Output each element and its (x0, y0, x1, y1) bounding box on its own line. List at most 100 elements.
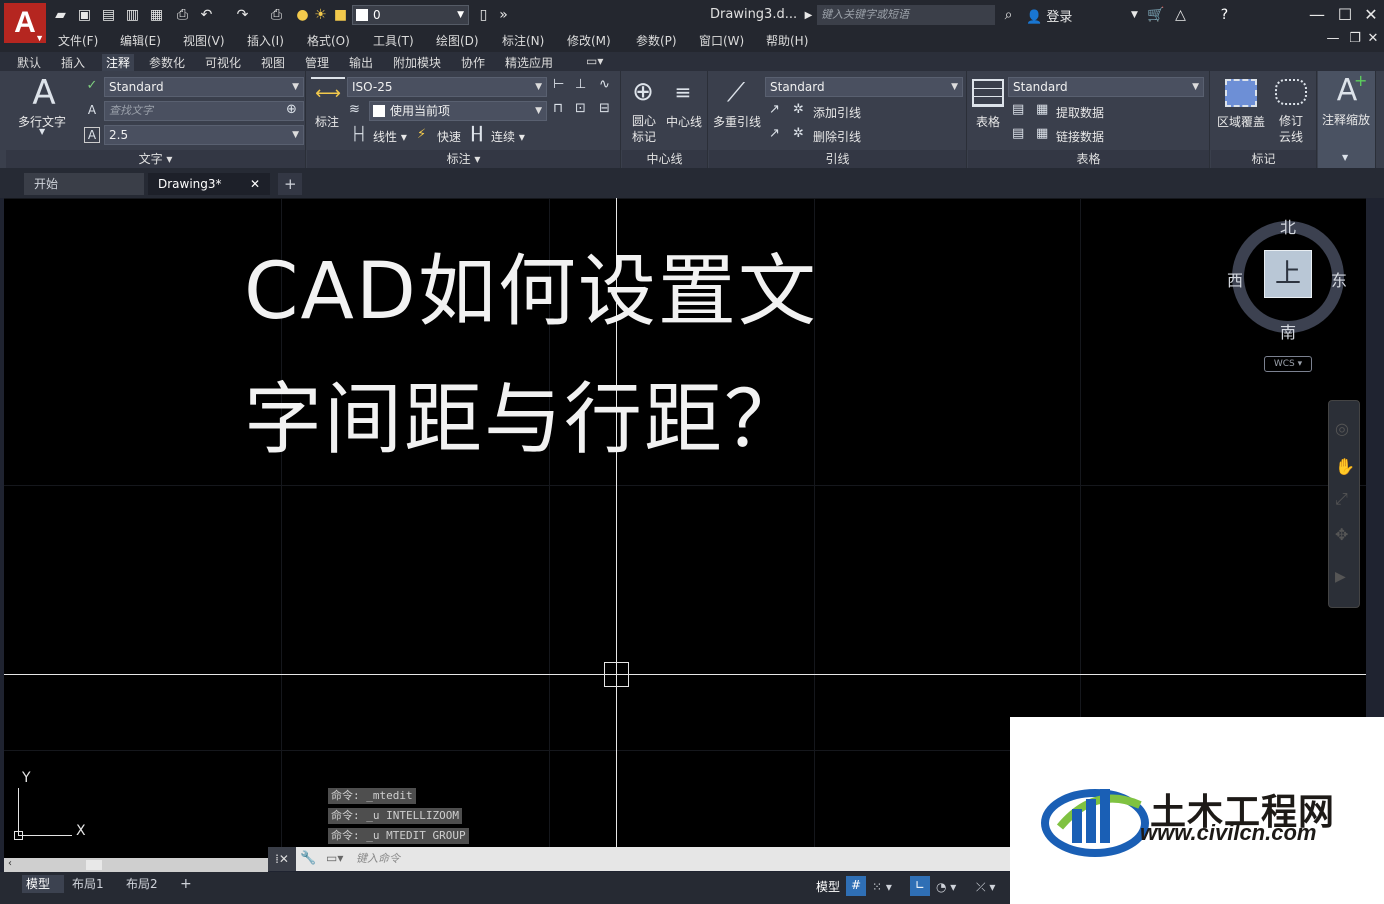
dim-style-dropdown[interactable]: ISO-25 ▼ (347, 77, 547, 97)
centerline-icon[interactable]: ≡ (668, 79, 698, 105)
menu-format[interactable]: 格式(O) (307, 32, 350, 49)
find-text-input[interactable]: 查找文字 (104, 101, 304, 121)
wipeout-button[interactable]: 区域覆盖 (1217, 113, 1265, 130)
scroll-left-icon[interactable]: ‹ (8, 858, 12, 869)
extract-data-button[interactable]: 提取数据 (1056, 104, 1104, 121)
leader-tool-icon[interactable]: ↗ (769, 102, 780, 117)
undo-icon[interactable]: ↶ (198, 7, 215, 24)
save-icon[interactable]: ▣ (76, 7, 93, 24)
tab-annotate[interactable]: 注释 (102, 54, 135, 71)
tab-featured-apps[interactable]: 精选应用 (505, 54, 553, 71)
binoculars-icon[interactable]: ⌕ (1000, 7, 1017, 24)
tab-visualize[interactable]: 可视化 (205, 54, 241, 71)
close-icon[interactable]: ⁞✕ (268, 847, 296, 871)
linear-dim-button[interactable]: 线性 ▾ (373, 128, 407, 145)
model-space-button[interactable]: 模型 (816, 878, 840, 896)
customize-icon[interactable]: 🔧 (300, 851, 316, 866)
cart-icon[interactable]: 🛒 (1147, 7, 1164, 24)
wcs-menu[interactable]: WCS ▾ (1264, 356, 1312, 372)
polar-icon[interactable]: ◔ ▾ (936, 878, 956, 896)
table-button[interactable]: 表格 (976, 113, 1000, 130)
zoom-icon[interactable]: ⤢ (1335, 489, 1348, 509)
tab-default[interactable]: 默认 (17, 54, 41, 71)
leader-style-dropdown[interactable]: Standard ▼ (765, 77, 963, 97)
menu-tools[interactable]: 工具(T) (373, 32, 414, 49)
menu-view[interactable]: 视图(V) (183, 32, 225, 49)
menu-dimension[interactable]: 标注(N) (502, 32, 544, 49)
redo-icon[interactable]: ↷ (234, 7, 251, 24)
dim-tool-icon[interactable]: ⊓ (553, 101, 563, 116)
chevron-down-icon[interactable]: ▼ (1126, 7, 1143, 24)
dim-layer-dropdown[interactable]: 使用当前项 ▼ (369, 101, 547, 121)
add-leader-icon[interactable]: ✲ (793, 102, 804, 117)
annotation-scale-button[interactable]: 注释缩放 (1322, 111, 1370, 128)
tab-addins[interactable]: 附加模块 (393, 54, 441, 71)
viewcube-top-face[interactable]: 上 (1264, 250, 1312, 298)
layer-on-icon[interactable]: ● (294, 7, 311, 24)
steering-wheel-icon[interactable]: ◎ (1335, 419, 1349, 438)
quick-dim-icon[interactable]: ⚡ (417, 127, 426, 142)
recent-commands-icon[interactable]: ▭▾ (326, 851, 343, 865)
quick-dim-button[interactable]: 快速 (437, 128, 461, 145)
revcloud-button[interactable]: 修订 云线 (1279, 113, 1303, 145)
isodraft-icon[interactable]: ⤫ ▾ (976, 878, 995, 896)
close-icon[interactable]: ✕ (250, 173, 260, 195)
multileader-button[interactable]: 多重引线 (713, 113, 761, 130)
menu-draw[interactable]: 绘图(D) (436, 32, 479, 49)
mtext-object[interactable]: CAD如何设置文 字间距与行距？ (244, 228, 818, 484)
plot-icon[interactable]: ⎙ (174, 7, 191, 24)
layout-tab-2[interactable]: 布局2 (126, 875, 172, 893)
tab-manage[interactable]: 管理 (305, 54, 329, 71)
sun-icon[interactable]: ☀ (312, 7, 329, 24)
close-button[interactable]: ✕ (1360, 4, 1382, 26)
revcloud-icon[interactable] (1275, 79, 1307, 105)
save-as-icon[interactable]: ▤ (100, 7, 117, 24)
dim-tool-icon[interactable]: ∿ (599, 77, 610, 92)
doc-close-button[interactable]: ✕ (1362, 28, 1384, 50)
pan-icon[interactable]: ✋ (1335, 457, 1355, 476)
compass-east[interactable]: 东 (1331, 267, 1347, 291)
web-save-icon[interactable]: ▦ (148, 7, 165, 24)
table-icon[interactable] (972, 79, 1004, 107)
tab-start[interactable]: 开始 (24, 173, 144, 195)
remove-leader-icon[interactable]: ✲ (793, 126, 804, 141)
scrollbar-thumb[interactable] (86, 860, 102, 870)
snap-icon[interactable]: ⁙ ▾ (872, 878, 892, 896)
maximize-button[interactable]: ☐ (1334, 4, 1356, 26)
tab-view[interactable]: 视图 (261, 54, 285, 71)
orbit-icon[interactable]: ✥ (1335, 525, 1348, 544)
linear-dim-icon[interactable]: ├┤ (351, 127, 367, 142)
tab-parametric[interactable]: 参数化 (149, 54, 185, 71)
dimension-button[interactable]: 标注 (315, 113, 339, 130)
wipeout-icon[interactable] (1225, 79, 1257, 107)
mtext-icon[interactable]: A (24, 75, 64, 111)
multileader-icon[interactable]: ⟋ (719, 77, 753, 109)
open-icon[interactable]: ▰ (52, 7, 69, 24)
panel-title-text[interactable]: 文字 ▾ (6, 150, 305, 168)
help-icon[interactable]: ? (1216, 7, 1233, 24)
layout-tab-1[interactable]: 布局1 (72, 875, 118, 893)
doc-minimize-button[interactable]: — (1322, 28, 1344, 50)
layer-dropdown[interactable]: 0 ▼ (352, 5, 469, 25)
dim-tool-icon[interactable]: ⊟ (599, 101, 610, 116)
menu-insert[interactable]: 插入(I) (247, 32, 284, 49)
tab-drawing3[interactable]: Drawing3* ✕ (148, 173, 270, 195)
menu-parametric[interactable]: 参数(P) (636, 32, 677, 49)
compass-north[interactable]: 北 (1280, 214, 1296, 238)
showmotion-icon[interactable]: ▶ (1335, 569, 1346, 585)
layout-tab-model[interactable]: 模型 (22, 875, 64, 893)
leader-tool-icon[interactable]: ↗ (769, 126, 780, 141)
more-icon[interactable]: » (495, 7, 512, 24)
center-mark-icon[interactable]: ⊕ (628, 77, 658, 107)
table-style-dropdown[interactable]: Standard ▼ (1008, 77, 1204, 97)
text-style-dropdown[interactable]: Standard ▼ (104, 77, 304, 97)
minimize-button[interactable]: — (1306, 4, 1328, 26)
a360-icon[interactable]: △ (1172, 7, 1189, 24)
search-icon[interactable]: ⊕ (286, 102, 297, 117)
menu-edit[interactable]: 编辑(E) (120, 32, 161, 49)
chevron-down-icon[interactable]: ▼ (39, 127, 45, 136)
compass-south[interactable]: 南 (1280, 319, 1296, 343)
ortho-icon[interactable]: ∟ (910, 876, 930, 896)
table-extract-icon[interactable]: ▦ (1036, 102, 1048, 117)
extract-data-icon[interactable]: ▤ (1012, 102, 1024, 117)
